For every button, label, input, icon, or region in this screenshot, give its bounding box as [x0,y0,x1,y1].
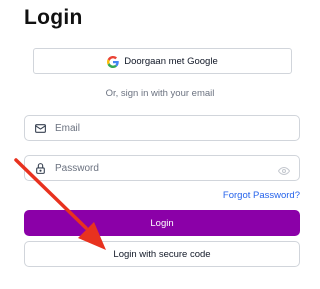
login-page: Login Doorgaan met Google Or, sign in wi… [0,0,320,289]
forgot-password-link[interactable]: Forgot Password? [223,190,300,201]
lock-icon [34,162,47,175]
email-field-container [24,115,300,141]
email-input[interactable] [55,118,299,138]
google-signin-label: Doorgaan met Google [124,55,218,67]
google-signin-button[interactable]: Doorgaan met Google [33,48,292,74]
eye-icon[interactable] [278,163,290,175]
page-title: Login [24,6,83,29]
mail-icon [34,122,47,135]
password-field-container [24,155,300,181]
google-g-icon [107,55,119,68]
login-button[interactable]: Login [24,210,300,236]
email-divider-text: Or, sign in with your email [105,88,215,99]
password-input[interactable] [55,158,278,178]
login-secure-code-button[interactable]: Login with secure code [24,241,300,267]
